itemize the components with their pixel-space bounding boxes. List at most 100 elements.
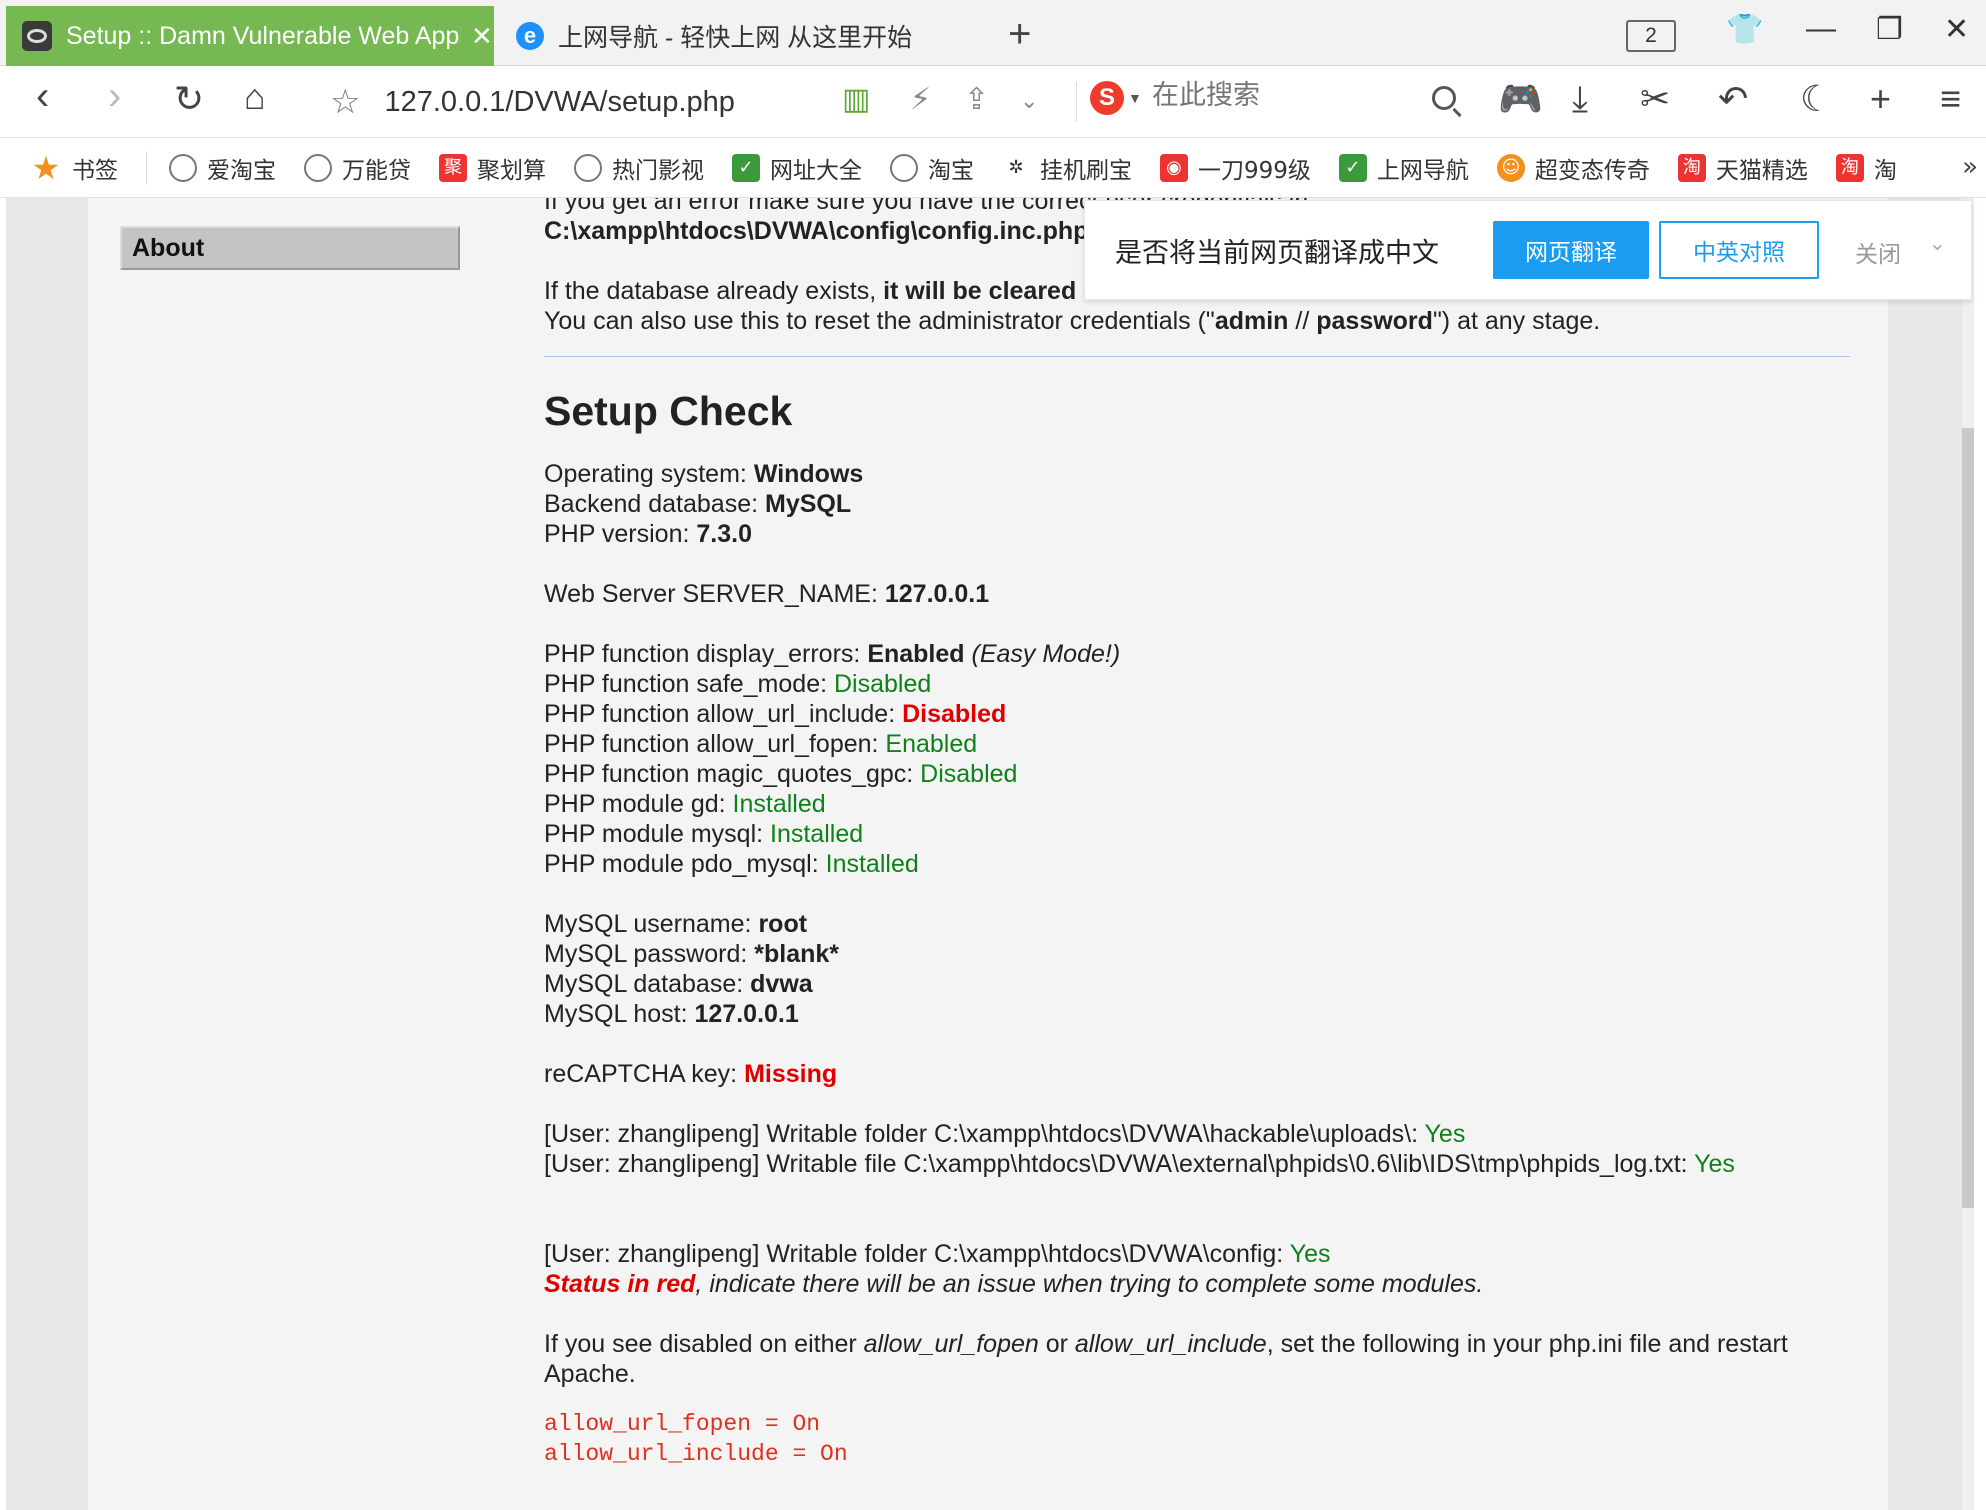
share-icon[interactable]: ⇪ [964, 82, 989, 117]
night-mode-icon[interactable]: ☾ [1800, 78, 1832, 120]
taobao-icon: 淘 [1677, 153, 1706, 182]
bookmark-item[interactable]: 淘淘 [1835, 151, 1897, 185]
bookmark-item[interactable]: ✲ 挂机刷宝 [1002, 151, 1132, 185]
config-folder-line: [User: zhanglipeng] Writable folder C:\x… [544, 1240, 1331, 1268]
scissors-icon[interactable]: ✂ [1640, 78, 1670, 120]
hao-icon: ✓ [1338, 153, 1367, 182]
gd-module-line: PHP module gd: Installed [544, 790, 826, 818]
bookmark-item[interactable]: 淘宝 [890, 151, 974, 185]
translate-prompt-text: 是否将当前网页翻译成中文 [1115, 238, 1439, 269]
bookmark-item[interactable]: 淘天猫精选 [1677, 151, 1808, 185]
mysql-username-line: MySQL username: root [544, 910, 808, 938]
address-bar: ‹ › ↻ ⌂ ☆ 127.0.0.1/DVWA/setup.php ▥ ⚡ ⇪… [0, 66, 1986, 138]
server-name-line: Web Server SERVER_NAME: 127.0.0.1 [544, 580, 990, 608]
bookmark-item[interactable]: ✓ 网址大全 [732, 151, 862, 185]
scrollbar[interactable] [1962, 198, 1974, 1510]
status-note: Status in red, indicate there will be an… [544, 1270, 1484, 1298]
web-page: About If you get an error make sure you … [6, 198, 1974, 1510]
game-icon: ✲ [1008, 156, 1024, 178]
bookmark-item[interactable]: ◉ 一刀999级 [1160, 151, 1311, 185]
back-icon[interactable]: ‹ [36, 74, 49, 119]
display-errors-line: PHP function display_errors: Enabled (Ea… [544, 640, 1121, 668]
reader-mode-icon[interactable]: ▥ [842, 82, 870, 117]
star-icon: ★ [31, 148, 61, 187]
sogou-search-icon[interactable]: S [1090, 81, 1124, 115]
translate-prompt: 是否将当前网页翻译成中文 网页翻译 中英对照 关闭 ⌄ [1084, 200, 1972, 300]
globe-icon [890, 153, 918, 182]
chevron-down-icon[interactable]: ⌄ [1929, 231, 1946, 255]
tab-title: Setup :: Damn Vulnerable Web Application [66, 21, 461, 50]
chevron-down-icon[interactable]: ⌄ [1020, 88, 1038, 114]
taobao-icon: 淘 [1835, 153, 1864, 182]
mysql-module-line: PHP module mysql: Installed [544, 820, 864, 848]
main-content: If you get an error make sure you have t… [544, 198, 1854, 1469]
star-icon[interactable]: ☆ [330, 82, 360, 122]
globe-icon [169, 153, 197, 182]
close-translate-button[interactable]: 关闭 [1855, 235, 1901, 269]
php-version-line: PHP version: 7.3.0 [544, 520, 752, 548]
game-icon: ◉ [1160, 153, 1188, 182]
translate-page-button[interactable]: 网页翻译 [1493, 221, 1649, 279]
window-close-icon[interactable]: ✕ [1944, 12, 1969, 47]
globe-icon [304, 153, 332, 182]
gamepad-icon[interactable]: 🎮 [1498, 78, 1543, 120]
tab-count-badge[interactable]: 2 [1626, 20, 1676, 52]
db-line: Backend database: MySQL [544, 490, 852, 518]
menu-item-about[interactable]: About [120, 226, 460, 270]
download-icon[interactable]: ⤓ [1572, 78, 1588, 121]
caret-down-icon[interactable]: ▼ [1128, 90, 1142, 106]
safe-mode-line: PHP function safe_mode: Disabled [544, 670, 932, 698]
tab-title: 上网导航 - 轻快上网 从这里开始 [558, 24, 913, 52]
bookmark-item[interactable]: ☺ 超变态传奇 [1496, 151, 1650, 185]
os-line: Operating system: Windows [544, 460, 864, 488]
tab-bar: Setup :: Damn Vulnerable Web Application… [0, 0, 1986, 66]
undo-icon[interactable]: ↶ [1718, 78, 1748, 120]
shirt-skin-icon[interactable]: 👕 [1726, 12, 1763, 47]
restore-icon[interactable]: ❐ [1876, 12, 1903, 47]
divider [544, 356, 1850, 357]
search-input[interactable] [1152, 80, 1412, 111]
new-tab-icon[interactable]: + [1008, 12, 1031, 57]
pdo-module-line: PHP module pdo_mysql: Installed [544, 850, 919, 878]
reset-note: You can also use this to reset the admin… [544, 307, 1601, 335]
home-icon[interactable]: ⌂ [244, 76, 266, 118]
url-text[interactable]: 127.0.0.1/DVWA/setup.php [384, 86, 734, 119]
bookmark-item[interactable]: ✓ 上网导航 [1338, 151, 1469, 185]
code-line: allow_url_include = On [544, 1441, 848, 1467]
bilingual-button[interactable]: 中英对照 [1659, 221, 1819, 279]
bookmark-item[interactable]: 热门影视 [574, 151, 704, 185]
search-icon[interactable] [1432, 86, 1456, 110]
close-tab-icon[interactable]: ✕ [471, 21, 493, 52]
mysql-password-line: MySQL password: *blank* [544, 940, 840, 968]
uploads-folder-line: [User: zhanglipeng] Writable folder C:\x… [544, 1120, 1466, 1148]
juhuasuan-icon: 聚 [439, 153, 467, 182]
bookmark-item[interactable]: 万能贷 [304, 151, 411, 185]
minimize-icon[interactable]: — [1806, 12, 1836, 46]
url-field[interactable]: ☆ 127.0.0.1/DVWA/setup.php [330, 74, 735, 130]
bookmark-item[interactable]: 聚聚划算 [439, 151, 546, 185]
reload-icon[interactable]: ↻ [174, 78, 204, 120]
page-margin [6, 198, 88, 1510]
tab-navigation[interactable]: e 上网导航 - 轻快上网 从这里开始 [500, 6, 980, 66]
divider [1076, 82, 1077, 122]
page-title: Setup Check [544, 388, 793, 434]
globe-icon [574, 153, 602, 182]
bookmark-item[interactable]: 爱淘宝 [169, 151, 276, 185]
recaptcha-line: reCAPTCHA key: Missing [544, 1060, 838, 1088]
bookmarks-bar: ★ 书签 爱淘宝 万能贷 聚聚划算 热门影视 ✓ 网址大全 淘宝 ✲ 挂机刷宝 ◉ 一刀… [0, 138, 1986, 198]
scrollbar-thumb[interactable] [1962, 428, 1974, 1208]
tab-dvwa-setup[interactable]: Setup :: Damn Vulnerable Web Application… [6, 6, 494, 66]
code-line: allow_url_fopen = On [544, 1411, 821, 1437]
smiley-icon: ☺ [1496, 153, 1525, 182]
forward-icon[interactable]: › [108, 74, 121, 119]
add-icon[interactable]: + [1870, 78, 1891, 120]
allow-url-include-line: PHP function allow_url_include: Disabled [544, 700, 1007, 728]
bookmark-folder[interactable]: ★ 书签 [30, 151, 118, 185]
dvwa-favicon-icon [22, 21, 52, 51]
mysql-host-line: MySQL host: 127.0.0.1 [544, 1000, 799, 1028]
more-bookmarks-icon[interactable]: » [1962, 152, 1978, 182]
divider [146, 150, 147, 185]
menu-icon[interactable]: ≡ [1940, 78, 1961, 120]
magic-quotes-line: PHP function magic_quotes_gpc: Disabled [544, 760, 1018, 788]
lightning-icon[interactable]: ⚡ [910, 82, 931, 117]
